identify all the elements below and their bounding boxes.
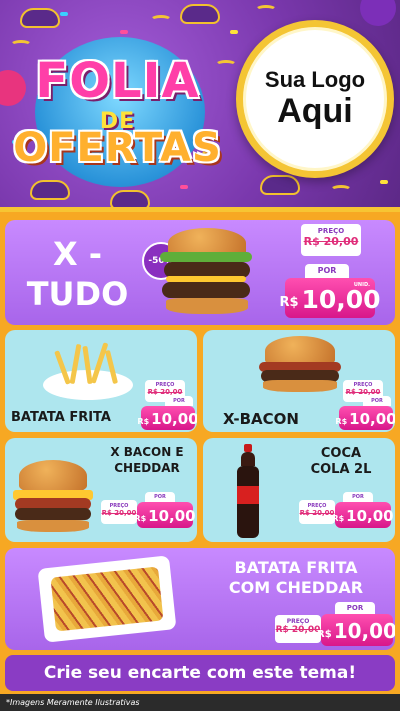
old-price: R$ 20,00 <box>345 388 381 396</box>
new-price-box: R$ 10,00 <box>134 502 196 528</box>
cheese-fries-image <box>37 555 177 643</box>
product-name: BATATA FRITA <box>11 410 111 425</box>
new-price: 10,00 <box>349 410 395 428</box>
por-label: POR <box>305 264 349 278</box>
new-price-box: R$ 10,00 <box>317 614 395 646</box>
product-card-batata-frita: BATATA FRITA PREÇO R$ 20,00 POR R$ 10,00 <box>5 330 197 432</box>
carnival-mask-decoration <box>180 4 220 24</box>
balloon-decoration <box>360 0 396 26</box>
old-price-box: PREÇO R$ 20,00 <box>275 615 321 643</box>
new-price: 10,00 <box>301 285 381 314</box>
new-price: 10,00 <box>148 507 196 525</box>
product-card-batata-cheddar: BATATA FRITA COM CHEDDAR PREÇO R$ 20,00 … <box>5 548 395 650</box>
product-card-x-bacon-cheddar: X BACON E CHEDDAR PREÇO R$ 20,00 POR R$ … <box>5 438 197 542</box>
new-price: 10,00 <box>346 507 394 525</box>
new-price: 10,00 <box>333 619 395 643</box>
currency: R$ <box>317 629 332 640</box>
currency: R$ <box>335 417 348 426</box>
confetti <box>60 12 68 16</box>
product-card-coca-cola: COCA COLA 2L PREÇO R$ 20,00 POR R$ 10,00 <box>203 438 395 542</box>
currency: R$ <box>137 417 150 426</box>
product-card-x-tudo: X - TUDO -50% PREÇO R$ 20,00 POR R$ 10,0… <box>5 220 395 325</box>
new-price: 10,00 <box>151 410 197 428</box>
title-folia: FOLIA <box>35 53 200 109</box>
product-name-line1: X BACON E <box>110 445 184 459</box>
old-price-box: PREÇO R$ 20,00 <box>299 500 335 524</box>
por-label: POR <box>335 602 375 614</box>
soda-bottle-image <box>235 444 261 538</box>
new-price-box: R$ 10,00 UNID. <box>279 278 381 318</box>
title-ofertas: OFERTAS <box>13 125 222 171</box>
new-price-box: R$ 10,00 <box>332 502 394 528</box>
product-name-line1: COCA <box>320 446 362 461</box>
title-logo: FOLIA DE OFERTAS <box>10 25 225 190</box>
price-label: PREÇO <box>155 382 175 388</box>
old-price: R$ 20,00 <box>101 509 137 517</box>
streamer-decoration <box>255 5 277 15</box>
confetti <box>230 30 238 34</box>
streamer-decoration <box>150 15 172 25</box>
product-name-line1: BATATA FRITA <box>234 558 358 577</box>
currency: R$ <box>332 514 345 523</box>
product-card-x-bacon: X-BACON PREÇO R$ 20,00 POR R$ 10,00 <box>203 330 395 432</box>
price-label: PREÇO <box>286 618 310 625</box>
old-price-box: PREÇO R$ 20,00 <box>301 224 361 256</box>
price-label: PREÇO <box>353 382 373 388</box>
new-price-box: R$ 10,00 <box>137 406 197 430</box>
burger-image <box>251 334 351 394</box>
disclaimer: *Imagens Meramente Ilustrativas <box>0 694 400 711</box>
product-name: X - TUDO <box>26 235 129 313</box>
product-name: X-BACON <box>223 410 299 428</box>
old-price: R$ 20,00 <box>303 235 359 248</box>
cta-banner[interactable]: Crie seu encarte com este tema! <box>5 655 395 691</box>
por-label: POR <box>165 396 193 406</box>
currency: R$ <box>279 295 299 310</box>
price-label: PREÇO <box>307 503 327 509</box>
hero-banner: FOLIA DE OFERTAS Sua Logo Aqui <box>0 0 400 215</box>
burger-image <box>150 224 260 322</box>
streamer-decoration <box>330 185 352 195</box>
carnival-mask-decoration <box>260 175 300 195</box>
old-price: R$ 20,00 <box>275 625 321 635</box>
por-label: POR <box>145 492 175 502</box>
product-name-line2: CHEDDAR <box>114 461 180 475</box>
unit-label: UNID. <box>353 282 370 288</box>
product-name-line2: COLA 2L <box>310 462 372 477</box>
confetti <box>380 180 388 184</box>
price-label: PREÇO <box>109 503 129 509</box>
por-label: POR <box>363 396 391 406</box>
logo-text-line1: Sua Logo <box>264 67 366 93</box>
burger-image <box>9 456 99 536</box>
old-price: R$ 20,00 <box>299 509 335 517</box>
product-name-line2: COM CHEDDAR <box>228 578 364 597</box>
new-price-box: R$ 10,00 <box>335 406 395 430</box>
por-label: POR <box>343 492 373 502</box>
price-label: PREÇO <box>317 227 345 235</box>
logo-placeholder: Sua Logo Aqui <box>236 20 394 178</box>
logo-text-line2: Aqui <box>277 92 353 131</box>
old-price: R$ 20,00 <box>147 388 183 396</box>
old-price-box: PREÇO R$ 20,00 <box>101 500 137 524</box>
currency: R$ <box>134 514 147 523</box>
